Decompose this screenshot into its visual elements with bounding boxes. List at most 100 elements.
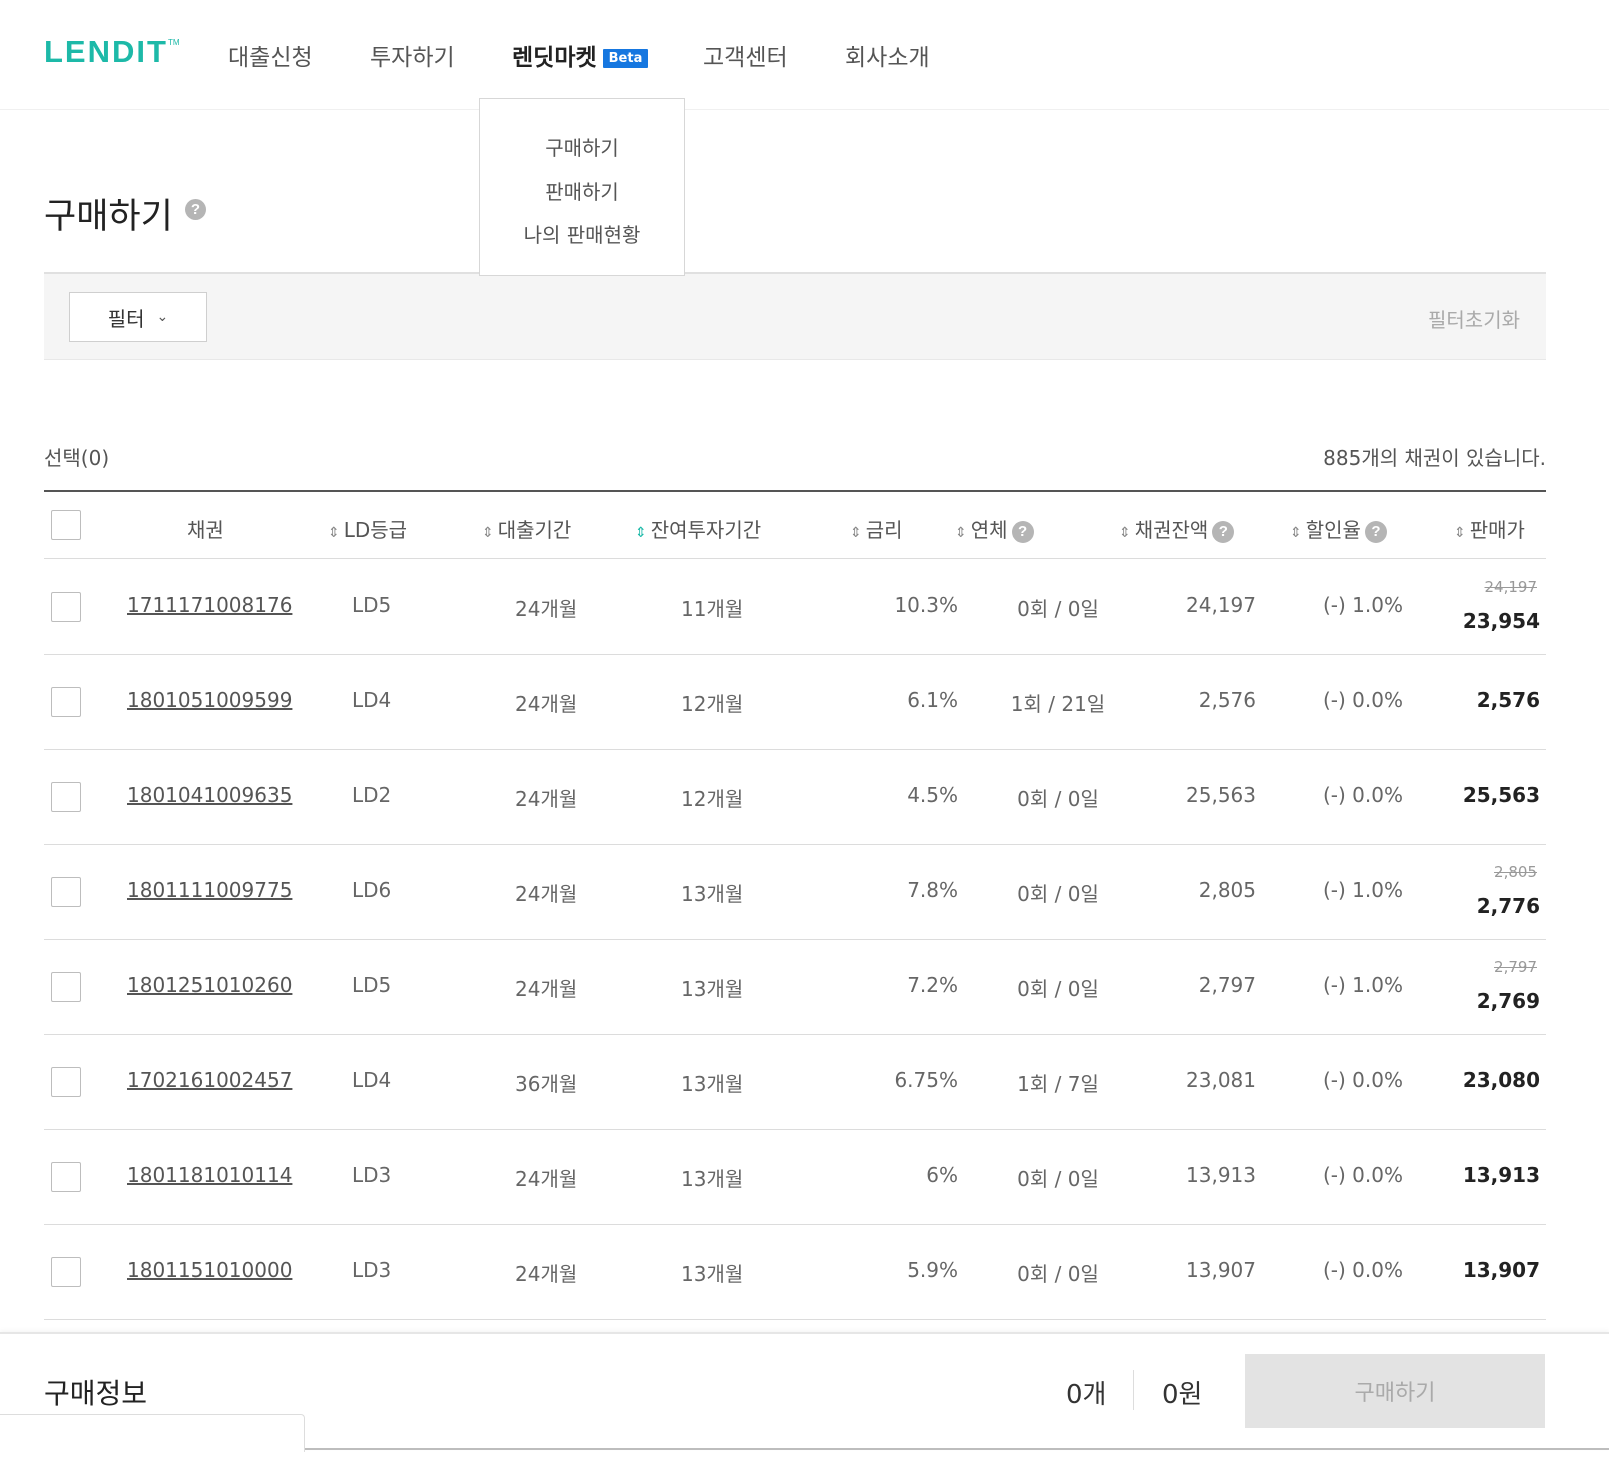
nav-lendit-market-label: 렌딧마켓 [512, 45, 597, 71]
sort-icon: ⇕ [955, 525, 967, 541]
select-all-checkbox[interactable] [51, 510, 81, 540]
row-checkbox[interactable] [51, 972, 81, 1002]
table-row: 1801051009599 LD4 24개월 12개월 6.1% 1회 / 21일 2,57… [44, 655, 1546, 750]
sale-price: 13,913 [1462, 1163, 1540, 1187]
market-dropdown: 구매하기 판매하기 나의 판매현황 [479, 98, 685, 276]
sort-icon: ⇕ [482, 525, 494, 541]
row-checkbox[interactable] [51, 1162, 81, 1192]
header-discount[interactable]: ⇕ 할인율? [1290, 514, 1387, 543]
bond-id-link[interactable]: 1801181010114 [127, 1163, 292, 1187]
header-rate-label: 금리 [865, 518, 903, 542]
table-row: 1801041009635 LD2 24개월 12개월 4.5% 0회 / 0일 25,56… [44, 750, 1546, 845]
dropdown-my-sales[interactable]: 나의 판매현황 [480, 219, 684, 248]
grade-cell: LD4 [352, 688, 392, 712]
help-icon[interactable]: ? [1212, 521, 1235, 543]
discount-cell: (-) 0.0% [1323, 1258, 1403, 1282]
total-bond-count: 885개의 채권이 있습니다. [1323, 446, 1546, 470]
grade-cell: LD5 [352, 593, 392, 617]
nav-invest[interactable]: 투자하기 [370, 38, 455, 72]
row-checkbox[interactable] [51, 877, 81, 907]
sort-icon: ⇕ [850, 525, 862, 541]
header-remaining-label: 잔여투자기간 [650, 518, 762, 542]
remaining-term-cell: 13개월 [681, 1262, 744, 1286]
purchase-info-tab[interactable] [0, 1414, 305, 1452]
balance-cell: 13,913 [1186, 1163, 1256, 1187]
remaining-term-cell: 13개월 [681, 882, 744, 906]
selected-count: 선택(0) [44, 446, 110, 470]
filter-bar: 필터 ⌄ 필터초기화 [44, 272, 1546, 360]
overdue-cell: 0회 / 0일 [1017, 977, 1099, 1001]
filter-button[interactable]: 필터 ⌄ [69, 292, 207, 342]
grade-cell: LD6 [352, 878, 392, 902]
row-checkbox[interactable] [51, 1067, 81, 1097]
balance-cell: 2,797 [1198, 973, 1256, 997]
row-checkbox[interactable] [51, 687, 81, 717]
sale-price: 25,563 [1462, 783, 1540, 807]
bond-id-link[interactable]: 1801051009599 [127, 688, 292, 712]
bond-id-link[interactable]: 1801251010260 [127, 973, 292, 997]
sort-icon: ⇕ [1454, 525, 1466, 541]
nav-loan-apply[interactable]: 대출신청 [228, 38, 313, 72]
help-icon[interactable]: ? [1011, 521, 1034, 543]
top-header: LENDITTM 대출신청 투자하기 렌딧마켓 Beta 고객센터 회사소개 [0, 0, 1609, 110]
sort-icon: ⇕ [635, 525, 647, 541]
balance-cell: 13,907 [1186, 1258, 1256, 1282]
overdue-cell: 0회 / 0일 [1017, 597, 1099, 621]
discount-cell: (-) 0.0% [1323, 688, 1403, 712]
rate-cell: 6% [926, 1163, 958, 1187]
header-rate[interactable]: ⇕ 금리 [850, 514, 903, 543]
sort-icon: ⇕ [1119, 525, 1131, 541]
remaining-term-cell: 12개월 [681, 787, 744, 811]
nav-lendit-market[interactable]: 렌딧마켓 Beta [512, 38, 649, 72]
header-discount-label: 할인율 [1305, 518, 1361, 542]
overdue-cell: 0회 / 0일 [1017, 882, 1099, 906]
help-icon[interactable]: ? [1364, 521, 1387, 543]
table-row: 1711171008176 LD5 24개월 11개월 10.3% 0회 / 0일 24,1… [44, 560, 1546, 655]
filter-reset-link[interactable]: 필터초기화 [1428, 304, 1520, 333]
help-icon[interactable]: ? [185, 199, 206, 220]
purchase-amount: 0원 [1162, 1380, 1203, 1410]
buy-button[interactable]: 구매하기 [1245, 1354, 1545, 1428]
dropdown-sell[interactable]: 판매하기 [480, 176, 684, 205]
overdue-cell: 1회 / 7일 [1017, 1072, 1099, 1096]
sale-price: 23,080 [1462, 1068, 1540, 1092]
remaining-term-cell: 12개월 [681, 692, 744, 716]
balance-cell: 25,563 [1186, 783, 1256, 807]
header-term[interactable]: ⇕ 대출기간 [482, 514, 571, 543]
rate-cell: 4.5% [907, 783, 958, 807]
bond-id-link[interactable]: 1711171008176 [127, 593, 292, 617]
sort-icon: ⇕ [1290, 525, 1302, 541]
bond-id-link[interactable]: 1801151010000 [127, 1258, 292, 1282]
beta-badge: Beta [602, 49, 649, 68]
rate-cell: 5.9% [907, 1258, 958, 1282]
grade-cell: LD4 [352, 1068, 392, 1092]
grade-cell: LD3 [352, 1258, 392, 1282]
table-row: 1801251010260 LD5 24개월 13개월 7.2% 0회 / 0일 2,797… [44, 940, 1546, 1035]
row-checkbox[interactable] [51, 592, 81, 622]
overdue-cell: 0회 / 0일 [1017, 787, 1099, 811]
bond-id-link[interactable]: 1801111009775 [127, 878, 292, 902]
header-balance[interactable]: ⇕ 채권잔액? [1119, 514, 1235, 543]
header-price[interactable]: ⇕ 판매가 [1454, 514, 1525, 543]
lendit-logo[interactable]: LENDITTM [44, 34, 180, 70]
sort-icon: ⇕ [328, 525, 340, 541]
dropdown-buy[interactable]: 구매하기 [480, 132, 684, 161]
bond-id-link[interactable]: 1801041009635 [127, 783, 292, 807]
nav-about[interactable]: 회사소개 [845, 38, 930, 72]
row-checkbox[interactable] [51, 1257, 81, 1287]
balance-cell: 24,197 [1186, 593, 1256, 617]
term-cell: 24개월 [515, 692, 578, 716]
header-grade[interactable]: ⇕ LD등급 [328, 514, 407, 543]
bond-id-link[interactable]: 1702161002457 [127, 1068, 292, 1092]
header-term-label: 대출기간 [497, 518, 572, 542]
remaining-term-cell: 13개월 [681, 1167, 744, 1191]
rate-cell: 7.8% [907, 878, 958, 902]
header-price-label: 판매가 [1469, 518, 1525, 542]
header-remaining-term[interactable]: ⇕ 잔여투자기간 [635, 514, 761, 543]
sale-price: 2,576 [1476, 688, 1540, 712]
nav-customer-center[interactable]: 고객센터 [703, 38, 788, 72]
row-checkbox[interactable] [51, 782, 81, 812]
original-price: 2,797 [1494, 958, 1537, 976]
rate-cell: 6.1% [907, 688, 958, 712]
header-overdue[interactable]: ⇕ 연체? [955, 514, 1034, 543]
